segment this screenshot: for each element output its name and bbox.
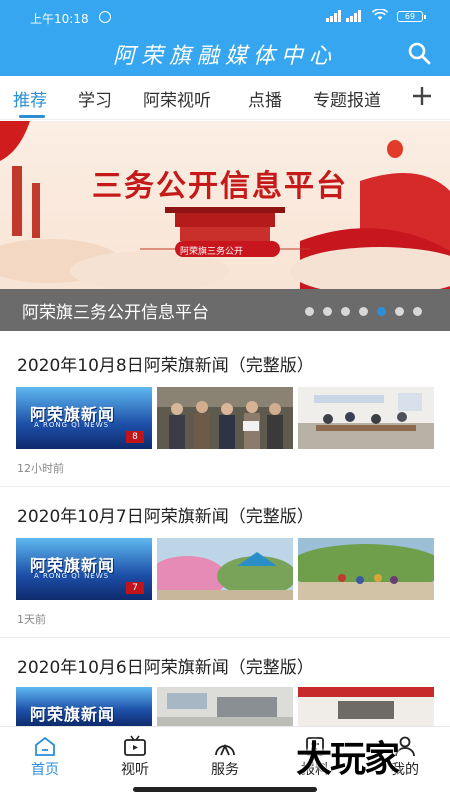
banner-ribbon-text: 阿荣旗三务公开: [180, 247, 244, 257]
carousel-dot[interactable]: [323, 307, 332, 316]
app-screen: 上午10:18 69 阿荣旗融媒体中心 推荐 学习 阿荣视听 点播 专题报道 三…: [0, 0, 450, 800]
thumbnail-logo-text: 阿荣旗新闻: [30, 705, 116, 724]
tab-special-reports[interactable]: 专题报道: [313, 86, 381, 111]
news-thumbnail-photo[interactable]: [298, 538, 434, 600]
active-tab-indicator: [19, 115, 45, 118]
tab-on-demand[interactable]: 点播: [248, 86, 282, 111]
episode-badge: 8: [126, 431, 144, 443]
news-title[interactable]: 2020年10月8日阿荣旗新闻（完整版）: [17, 351, 314, 376]
home-icon: [35, 736, 55, 756]
news-thumbnail-logo[interactable]: 阿荣旗新闻: [16, 687, 152, 726]
wifi-icon: [372, 9, 388, 20]
watermark-logo: 大玩家: [296, 739, 400, 780]
news-title[interactable]: 2020年10月7日阿荣旗新闻（完整版）: [17, 502, 314, 527]
news-thumbnail-photo[interactable]: [157, 538, 293, 600]
banner-caption[interactable]: 阿荣旗三务公开信息平台: [22, 298, 209, 323]
app-title: 阿荣旗融媒体中心: [112, 44, 337, 69]
news-thumbnail-photo[interactable]: [157, 687, 293, 726]
episode-badge: 7: [126, 582, 144, 594]
news-item[interactable]: 2020年10月6日阿荣旗新闻（完整版） 阿荣旗新闻: [0, 639, 450, 726]
thumbnail-logo-subtext: A RONG QI NEWS: [34, 421, 110, 429]
home-indicator[interactable]: [133, 787, 317, 792]
carousel-dot[interactable]: [413, 307, 422, 316]
tabs-fade: [380, 76, 406, 119]
carousel-dot[interactable]: [359, 307, 368, 316]
carousel-dot[interactable]: [341, 307, 350, 316]
carousel-dot[interactable]: [395, 307, 404, 316]
nav-home-label: 首页: [31, 762, 59, 778]
tab-study[interactable]: 学习: [78, 86, 112, 111]
thumbnail-logo-subtext: A RONG QI NEWS: [34, 572, 110, 580]
news-thumbnail-logo[interactable]: 阿荣旗新闻 A RONG QI NEWS 7: [16, 538, 152, 600]
news-item[interactable]: 2020年10月8日阿荣旗新闻（完整版） 阿荣旗新闻 A RONG QI NEW…: [0, 337, 450, 487]
search-icon[interactable]: [407, 41, 431, 65]
category-tabs: 推荐 学习 阿荣视听 点播 专题报道: [0, 76, 450, 120]
add-channel-icon[interactable]: [410, 84, 434, 108]
service-icon: [215, 743, 235, 756]
tab-arong-media[interactable]: 阿荣视听: [143, 86, 211, 111]
tv-icon: [124, 735, 146, 756]
banner-headline: 三务公开信息平台: [92, 169, 348, 204]
news-item[interactable]: 2020年10月7日阿荣旗新闻（完整版） 阿荣旗新闻 A RONG QI NEW…: [0, 488, 450, 638]
tab-recommend[interactable]: 推荐: [13, 86, 47, 111]
nav-media-label: 视听: [121, 762, 149, 778]
news-thumbnail-photo[interactable]: [298, 687, 434, 726]
battery-indicator: 69: [397, 11, 426, 22]
banner-carousel[interactable]: 三务公开信息平台 阿荣旗三务公开 阿荣旗三务公开信息平台: [0, 121, 450, 331]
alarm-icon: [99, 11, 111, 23]
news-thumbnail-photo[interactable]: [298, 387, 434, 449]
news-time: 1天前: [17, 613, 46, 626]
nav-media[interactable]: 视听: [90, 727, 180, 787]
nav-home[interactable]: 首页: [0, 727, 90, 787]
banner-image[interactable]: [0, 121, 450, 289]
status-bar: 上午10:18 69: [0, 0, 450, 32]
news-title[interactable]: 2020年10月6日阿荣旗新闻（完整版）: [17, 653, 314, 678]
nav-service-label: 服务: [211, 762, 239, 778]
signal-icon: [326, 10, 361, 22]
news-thumbnail-photo[interactable]: [157, 387, 293, 449]
carousel-dot[interactable]: [377, 307, 386, 316]
news-time: 12小时前: [17, 462, 64, 475]
carousel-dot[interactable]: [305, 307, 314, 316]
news-thumbnail-logo[interactable]: 阿荣旗新闻 A RONG QI NEWS 8: [16, 387, 152, 449]
status-time: 上午10:18: [30, 12, 89, 26]
nav-service[interactable]: 服务: [180, 727, 270, 787]
